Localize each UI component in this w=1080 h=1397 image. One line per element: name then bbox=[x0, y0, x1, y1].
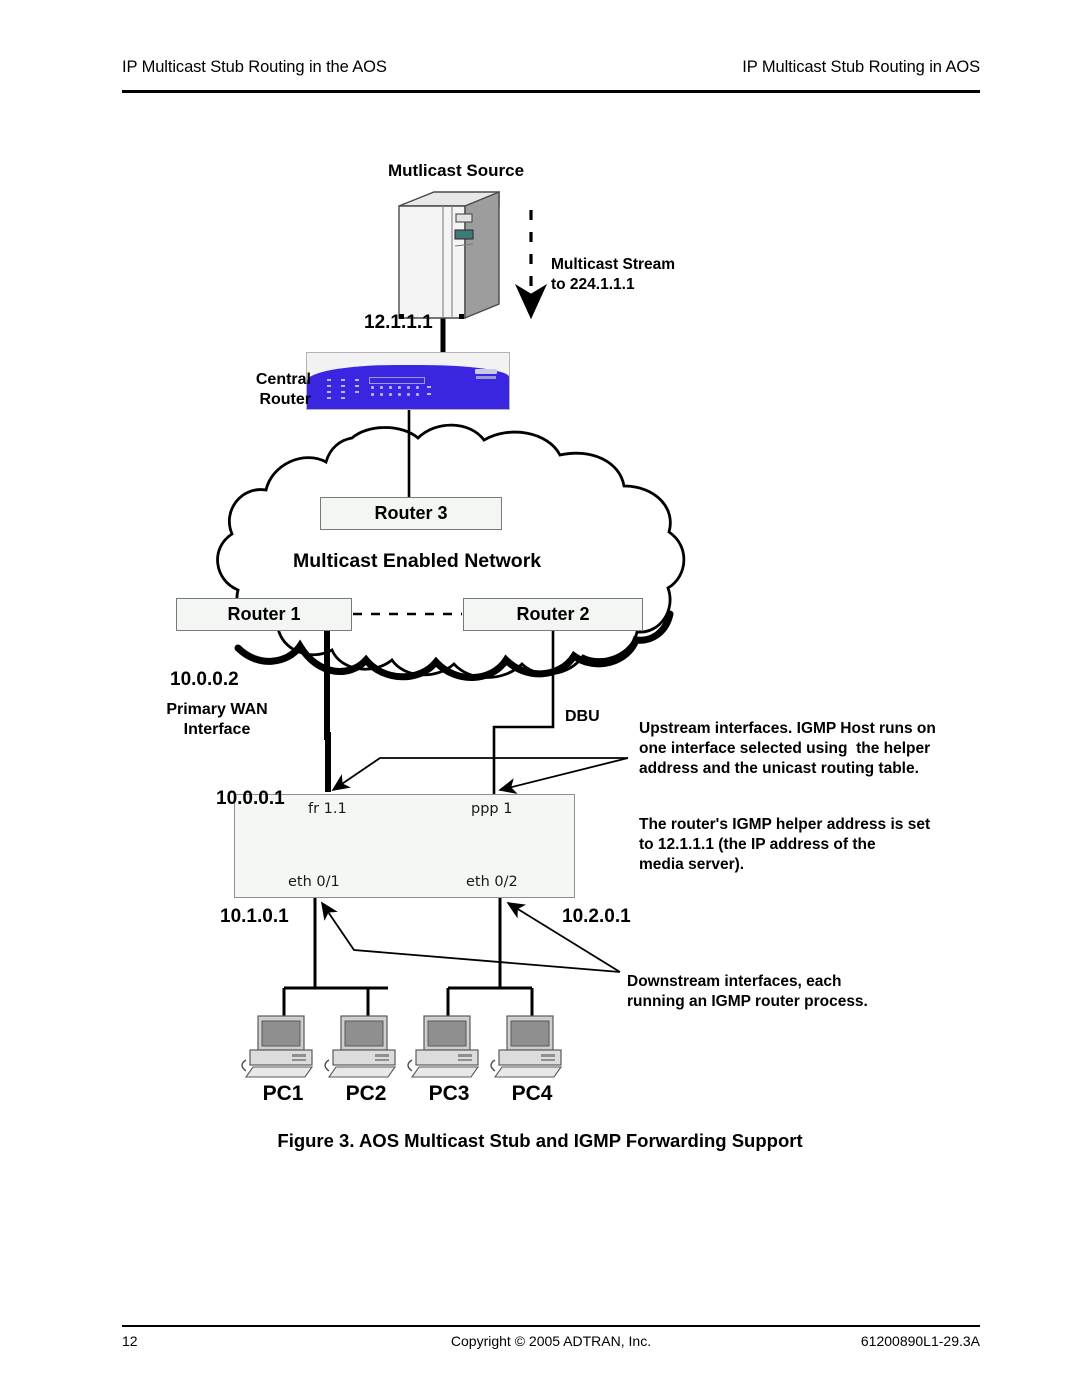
footer-copyright: Copyright © 2005 ADTRAN, Inc. bbox=[450, 1333, 652, 1349]
helper-annotation: The router's IGMP helper address is set … bbox=[639, 816, 931, 873]
wan-ip-label: 10.0.0.2 bbox=[170, 669, 239, 690]
footer-page-number: 12 bbox=[122, 1333, 138, 1349]
router-3-box[interactable]: Router 3 bbox=[320, 497, 502, 530]
port-label-ppp-1: ppp 1 bbox=[471, 801, 513, 817]
multicast-source-title: Mutlicast Source bbox=[388, 161, 525, 180]
pc-1-label: PC1 bbox=[262, 1082, 304, 1105]
router-2-box[interactable]: Router 2 bbox=[463, 598, 643, 631]
pc-2-label: PC2 bbox=[345, 1082, 387, 1105]
figure-diagram bbox=[216, 190, 686, 1078]
pc-icon-4 bbox=[490, 1015, 563, 1078]
multicast-stream-label: Multicast Stream to 224.1.1.1 bbox=[551, 256, 676, 293]
dbu-link bbox=[492, 631, 555, 794]
dbu-label: DBU bbox=[565, 708, 600, 725]
downstream-annotation: Downstream interfaces, each running an I… bbox=[627, 973, 868, 1010]
upstream-leader-to-fr bbox=[331, 757, 628, 792]
pc-3-label: PC3 bbox=[428, 1082, 470, 1105]
stub-eth2-ip-label: 10.2.0.1 bbox=[562, 906, 631, 927]
footer-divider bbox=[122, 1325, 980, 1327]
port-label-fr-1-1: fr 1.1 bbox=[308, 801, 347, 817]
adtran-logo bbox=[475, 369, 497, 381]
upstream-annotation: Upstream interfaces. IGMP Host runs on o… bbox=[639, 720, 936, 777]
router-3-label: Router 3 bbox=[374, 503, 448, 523]
pc-icon-3 bbox=[407, 1015, 480, 1078]
primary-wan-interface-label: Primary WAN Interface bbox=[166, 701, 268, 739]
pc-icon-1 bbox=[241, 1015, 314, 1078]
port-label-eth-0-2: eth 0/2 bbox=[466, 874, 518, 890]
router-port-bank-outline bbox=[369, 377, 425, 384]
central-router-label: Central Router bbox=[255, 371, 311, 409]
central-router-device-icon bbox=[306, 352, 510, 410]
router-1-label: Router 1 bbox=[227, 604, 301, 624]
router-1-box[interactable]: Router 1 bbox=[176, 598, 352, 631]
port-label-eth-0-1: eth 0/1 bbox=[288, 874, 340, 890]
source-ip-label: 12.1.1.1 bbox=[364, 312, 433, 333]
primary-wan-to-fr-port bbox=[324, 631, 330, 740]
figure-caption: Figure 3. AOS Multicast Stub and IGMP Fo… bbox=[277, 1130, 803, 1151]
pc-icon-2 bbox=[324, 1015, 397, 1078]
fr-port-drop bbox=[325, 732, 331, 792]
footer-doc-number: 61200890L1-29.3A bbox=[860, 1333, 980, 1349]
stub-wan-ip-label: 10.0.0.1 bbox=[216, 788, 285, 809]
router-2-label: Router 2 bbox=[516, 604, 590, 624]
pc-4-label: PC4 bbox=[511, 1082, 553, 1105]
stub-router-chassis[interactable] bbox=[234, 794, 575, 898]
cloud-label: Multicast Enabled Network bbox=[293, 550, 542, 572]
stub-eth1-ip-label: 10.1.0.1 bbox=[220, 906, 289, 927]
upstream-leader-to-ppp bbox=[498, 757, 629, 794]
page-footer: Copyright © 2005 ADTRAN, Inc. 12 6120089… bbox=[122, 1333, 980, 1357]
multicast-source-server-icon bbox=[398, 190, 500, 320]
